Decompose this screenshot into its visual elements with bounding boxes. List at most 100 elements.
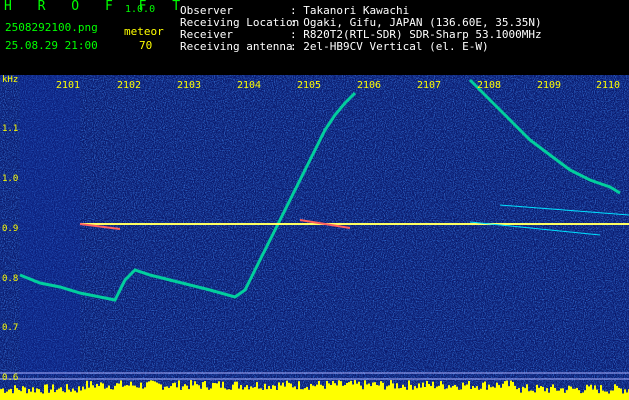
level-bar [276,389,278,400]
level-bar [400,387,402,400]
level-bar [298,381,300,400]
level-bar [104,388,106,400]
level-bar [522,386,524,400]
freq-tick-0.8: 0.8 [2,274,19,284]
level-bar [258,388,260,400]
level-bar [86,380,88,400]
level-bar [408,380,410,400]
level-bar [14,385,16,400]
level-bar [384,389,386,400]
level-bar [600,385,602,400]
level-bar [620,388,622,400]
level-bar [174,382,176,400]
level-bar [544,391,546,400]
level-bar [260,388,262,400]
level-bar [246,385,248,400]
level-bar [152,380,154,400]
time-tick-2105: 2105 [297,80,322,91]
level-bar [328,383,330,400]
level-bar [556,390,558,400]
time-tick-2102: 2102 [117,80,142,91]
level-bar [318,380,320,400]
level-bar [108,385,110,400]
level-bar [446,388,448,400]
level-bar [68,389,70,400]
level-bar [72,388,74,400]
level-bar [358,381,360,400]
level-bar [38,389,40,400]
level-bar [162,389,164,400]
level-bar [332,380,334,400]
level-bar [388,385,390,400]
level-bar [286,380,288,400]
level-bar [334,383,336,400]
level-bar [402,384,404,400]
level-bar [112,389,114,400]
level-bar [484,381,486,400]
level-bar [554,387,556,400]
level-bar [46,384,48,400]
level-bar [582,392,584,400]
level-bar [54,392,56,400]
level-bar [274,385,276,400]
level-bar [94,387,96,400]
level-bar [70,391,72,400]
level-bar [44,384,46,400]
level-bar [476,386,478,400]
level-bar [120,380,122,400]
level-bar [394,388,396,400]
level-bar [200,388,202,400]
level-bar [2,388,4,400]
unit-label: kHz [2,75,19,85]
level-bar [612,390,614,400]
level-bar [80,390,82,400]
level-bar [154,381,156,400]
level-bar [524,388,526,400]
time-tick-2103: 2103 [177,80,202,91]
level-bar [24,387,26,400]
level-bar [222,381,224,400]
level-bar [250,386,252,400]
level-bar [186,385,188,400]
level-bar [216,383,218,400]
level-bar [98,385,100,400]
level-bar [206,387,208,400]
level-bar [448,385,450,400]
level-bar [256,382,258,400]
level-bar [228,389,230,400]
level-bar [362,389,364,400]
level-bar [326,381,328,400]
level-bar [224,388,226,400]
level-bar [490,387,492,400]
level-bar [26,393,28,400]
level-bar [220,387,222,400]
level-bar [496,382,498,400]
level-bar [76,392,78,400]
level-bar [568,385,570,400]
level-bar [30,391,32,400]
level-bar [310,383,312,400]
level-bar [424,386,426,400]
level-bar [100,382,102,400]
level-bar [114,385,116,400]
level-bar [478,389,480,400]
level-bar [56,389,58,400]
level-bar [464,385,466,400]
level-bar [528,391,530,400]
level-bar [346,382,348,400]
level-bar [150,380,152,400]
level-bar [272,385,274,400]
level-bar [36,388,38,400]
level-bar [42,393,44,400]
level-bar [172,383,174,400]
level-bar [354,380,356,400]
level-bar [202,382,204,400]
level-bar [602,390,604,400]
level-bar [140,382,142,400]
level-bar [366,384,368,400]
level-bar [166,386,168,400]
level-bar [342,385,344,400]
level-bar [270,388,272,400]
level-bar [574,388,576,400]
level-bar [324,388,326,400]
